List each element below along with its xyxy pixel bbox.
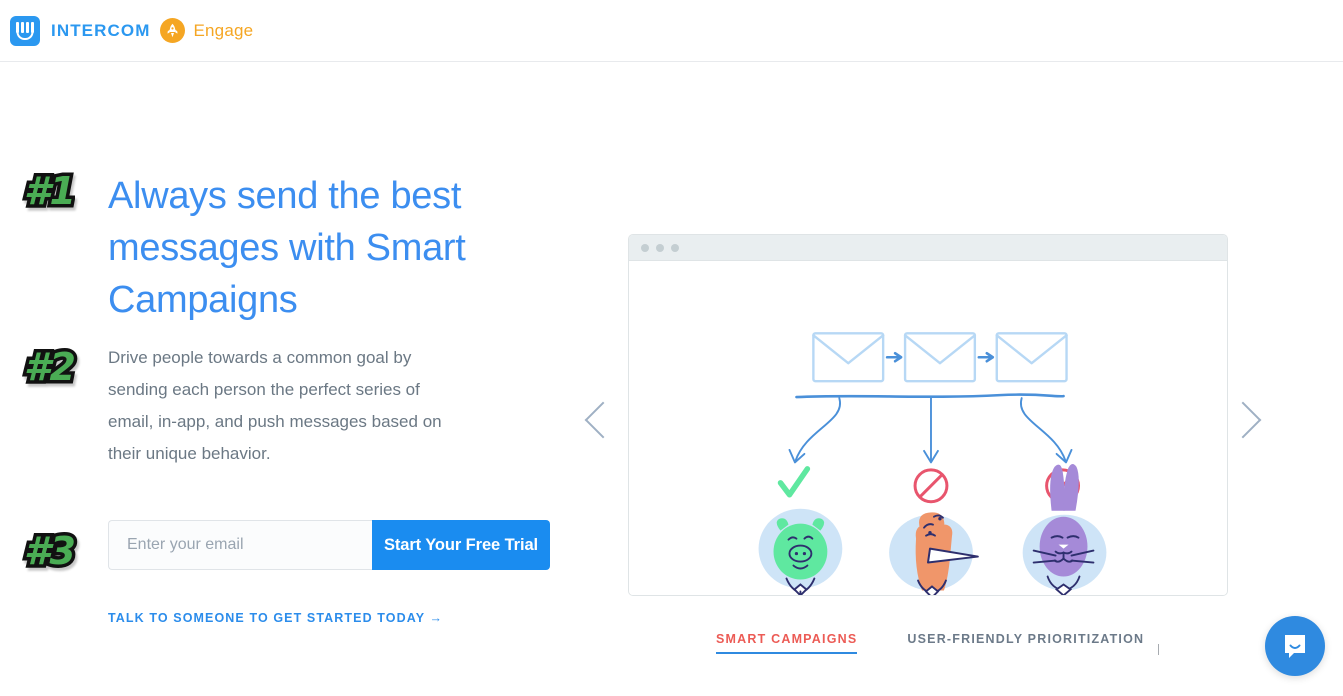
chevron-right-icon[interactable]: [1224, 401, 1262, 439]
chevron-left-icon[interactable]: [584, 401, 622, 439]
product-name: Engage: [193, 20, 254, 40]
start-free-trial-button[interactable]: Start Your Free Trial: [372, 520, 550, 570]
hero-description: Drive people towards a common goal by se…: [108, 348, 442, 463]
browser-titlebar: [629, 235, 1227, 261]
scroll-artifact-right: [1158, 644, 1159, 655]
headline-block: Always send the best messages with Smart…: [0, 170, 600, 326]
browser-dot-minimize: [656, 243, 664, 252]
carousel-tabs: SMART CAMPAIGNS USER-FRIENDLY PRIORITIZA…: [716, 632, 1144, 654]
talk-to-someone-link[interactable]: TALK TO SOMEONE TO GET STARTED TODAY →: [108, 611, 443, 625]
step-badge-3: #3: [21, 529, 80, 574]
browser-dot-close: [641, 243, 649, 252]
rocket-icon: [160, 18, 186, 43]
hero-left-column: #1 #2 #3 Always send the best messages w…: [0, 169, 600, 625]
brand-name: INTERCOM: [51, 20, 151, 40]
page-title: Always send the best messages with Smart…: [108, 175, 466, 321]
step-badge-2: #2: [21, 345, 80, 390]
tab-smart-campaigns[interactable]: SMART CAMPAIGNS: [716, 632, 858, 654]
tab-user-friendly-prioritization[interactable]: USER-FRIENDLY PRIORITIZATION: [907, 632, 1144, 654]
site-header: INTERCOM Engage: [0, 0, 1343, 62]
smart-campaigns-illustration: [629, 261, 1227, 595]
browser-dot-maximize: [671, 243, 679, 252]
page-body: #1 #2 #3 Always send the best messages w…: [0, 62, 1343, 696]
logo-smile: [16, 31, 34, 40]
email-field[interactable]: [108, 520, 372, 570]
intercom-logo-icon[interactable]: [10, 15, 40, 46]
signup-form: Start Your Free Trial: [108, 520, 550, 570]
brand-row[interactable]: INTERCOM Engage: [10, 15, 254, 46]
browser-mockup: [628, 234, 1228, 596]
chat-bubble-icon[interactable]: [1265, 616, 1325, 676]
